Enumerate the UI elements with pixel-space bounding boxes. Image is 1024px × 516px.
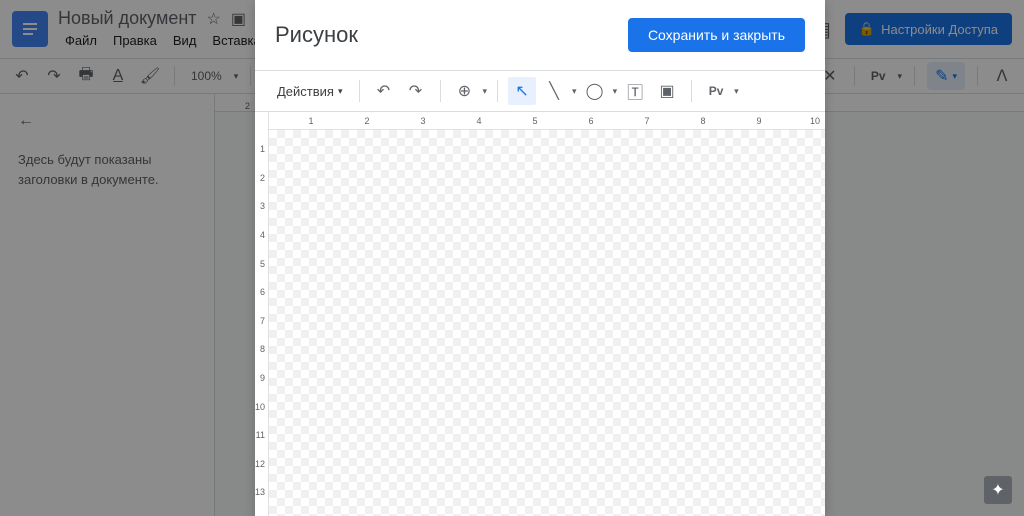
drawing-canvas[interactable]	[269, 130, 825, 516]
chevron-down-icon: ▾	[338, 86, 343, 97]
line-tool-icon[interactable]: ╲	[540, 77, 568, 105]
textbox-tool-icon[interactable]: 🅃	[621, 77, 649, 105]
drawing-toolbar: Действия ▾ ↶ ↷ ⊕ ▾ ↖ ╲ ▾ ◯ ▾ 🅃 ▣ Pv ▾	[255, 70, 825, 112]
redo-icon[interactable]: ↷	[402, 77, 430, 105]
chevron-down-icon[interactable]: ▾	[734, 86, 739, 97]
placeholder-tool[interactable]: Pv	[702, 77, 730, 105]
save-and-close-button[interactable]: Сохранить и закрыть	[628, 18, 805, 52]
image-tool-icon[interactable]: ▣	[653, 77, 681, 105]
actions-label: Действия	[277, 84, 334, 99]
chevron-down-icon[interactable]: ▾	[613, 86, 618, 97]
horizontal-ruler[interactable]: 12345678910111213141516171819	[269, 112, 825, 130]
zoom-icon[interactable]: ⊕	[451, 77, 479, 105]
actions-menu[interactable]: Действия ▾	[271, 80, 349, 103]
chevron-down-icon[interactable]: ▾	[572, 86, 577, 97]
drawing-modal: Рисунок Сохранить и закрыть Действия ▾ ↶…	[255, 0, 825, 516]
select-tool-icon[interactable]: ↖	[508, 77, 536, 105]
modal-title: Рисунок	[275, 22, 358, 48]
vertical-ruler[interactable]: 12345678910111213	[255, 112, 269, 516]
explore-button[interactable]: ✦	[984, 476, 1012, 504]
chevron-down-icon[interactable]: ▾	[483, 86, 488, 97]
shape-tool-icon[interactable]: ◯	[581, 77, 609, 105]
undo-icon[interactable]: ↶	[370, 77, 398, 105]
plus-icon: ✦	[991, 480, 1004, 500]
